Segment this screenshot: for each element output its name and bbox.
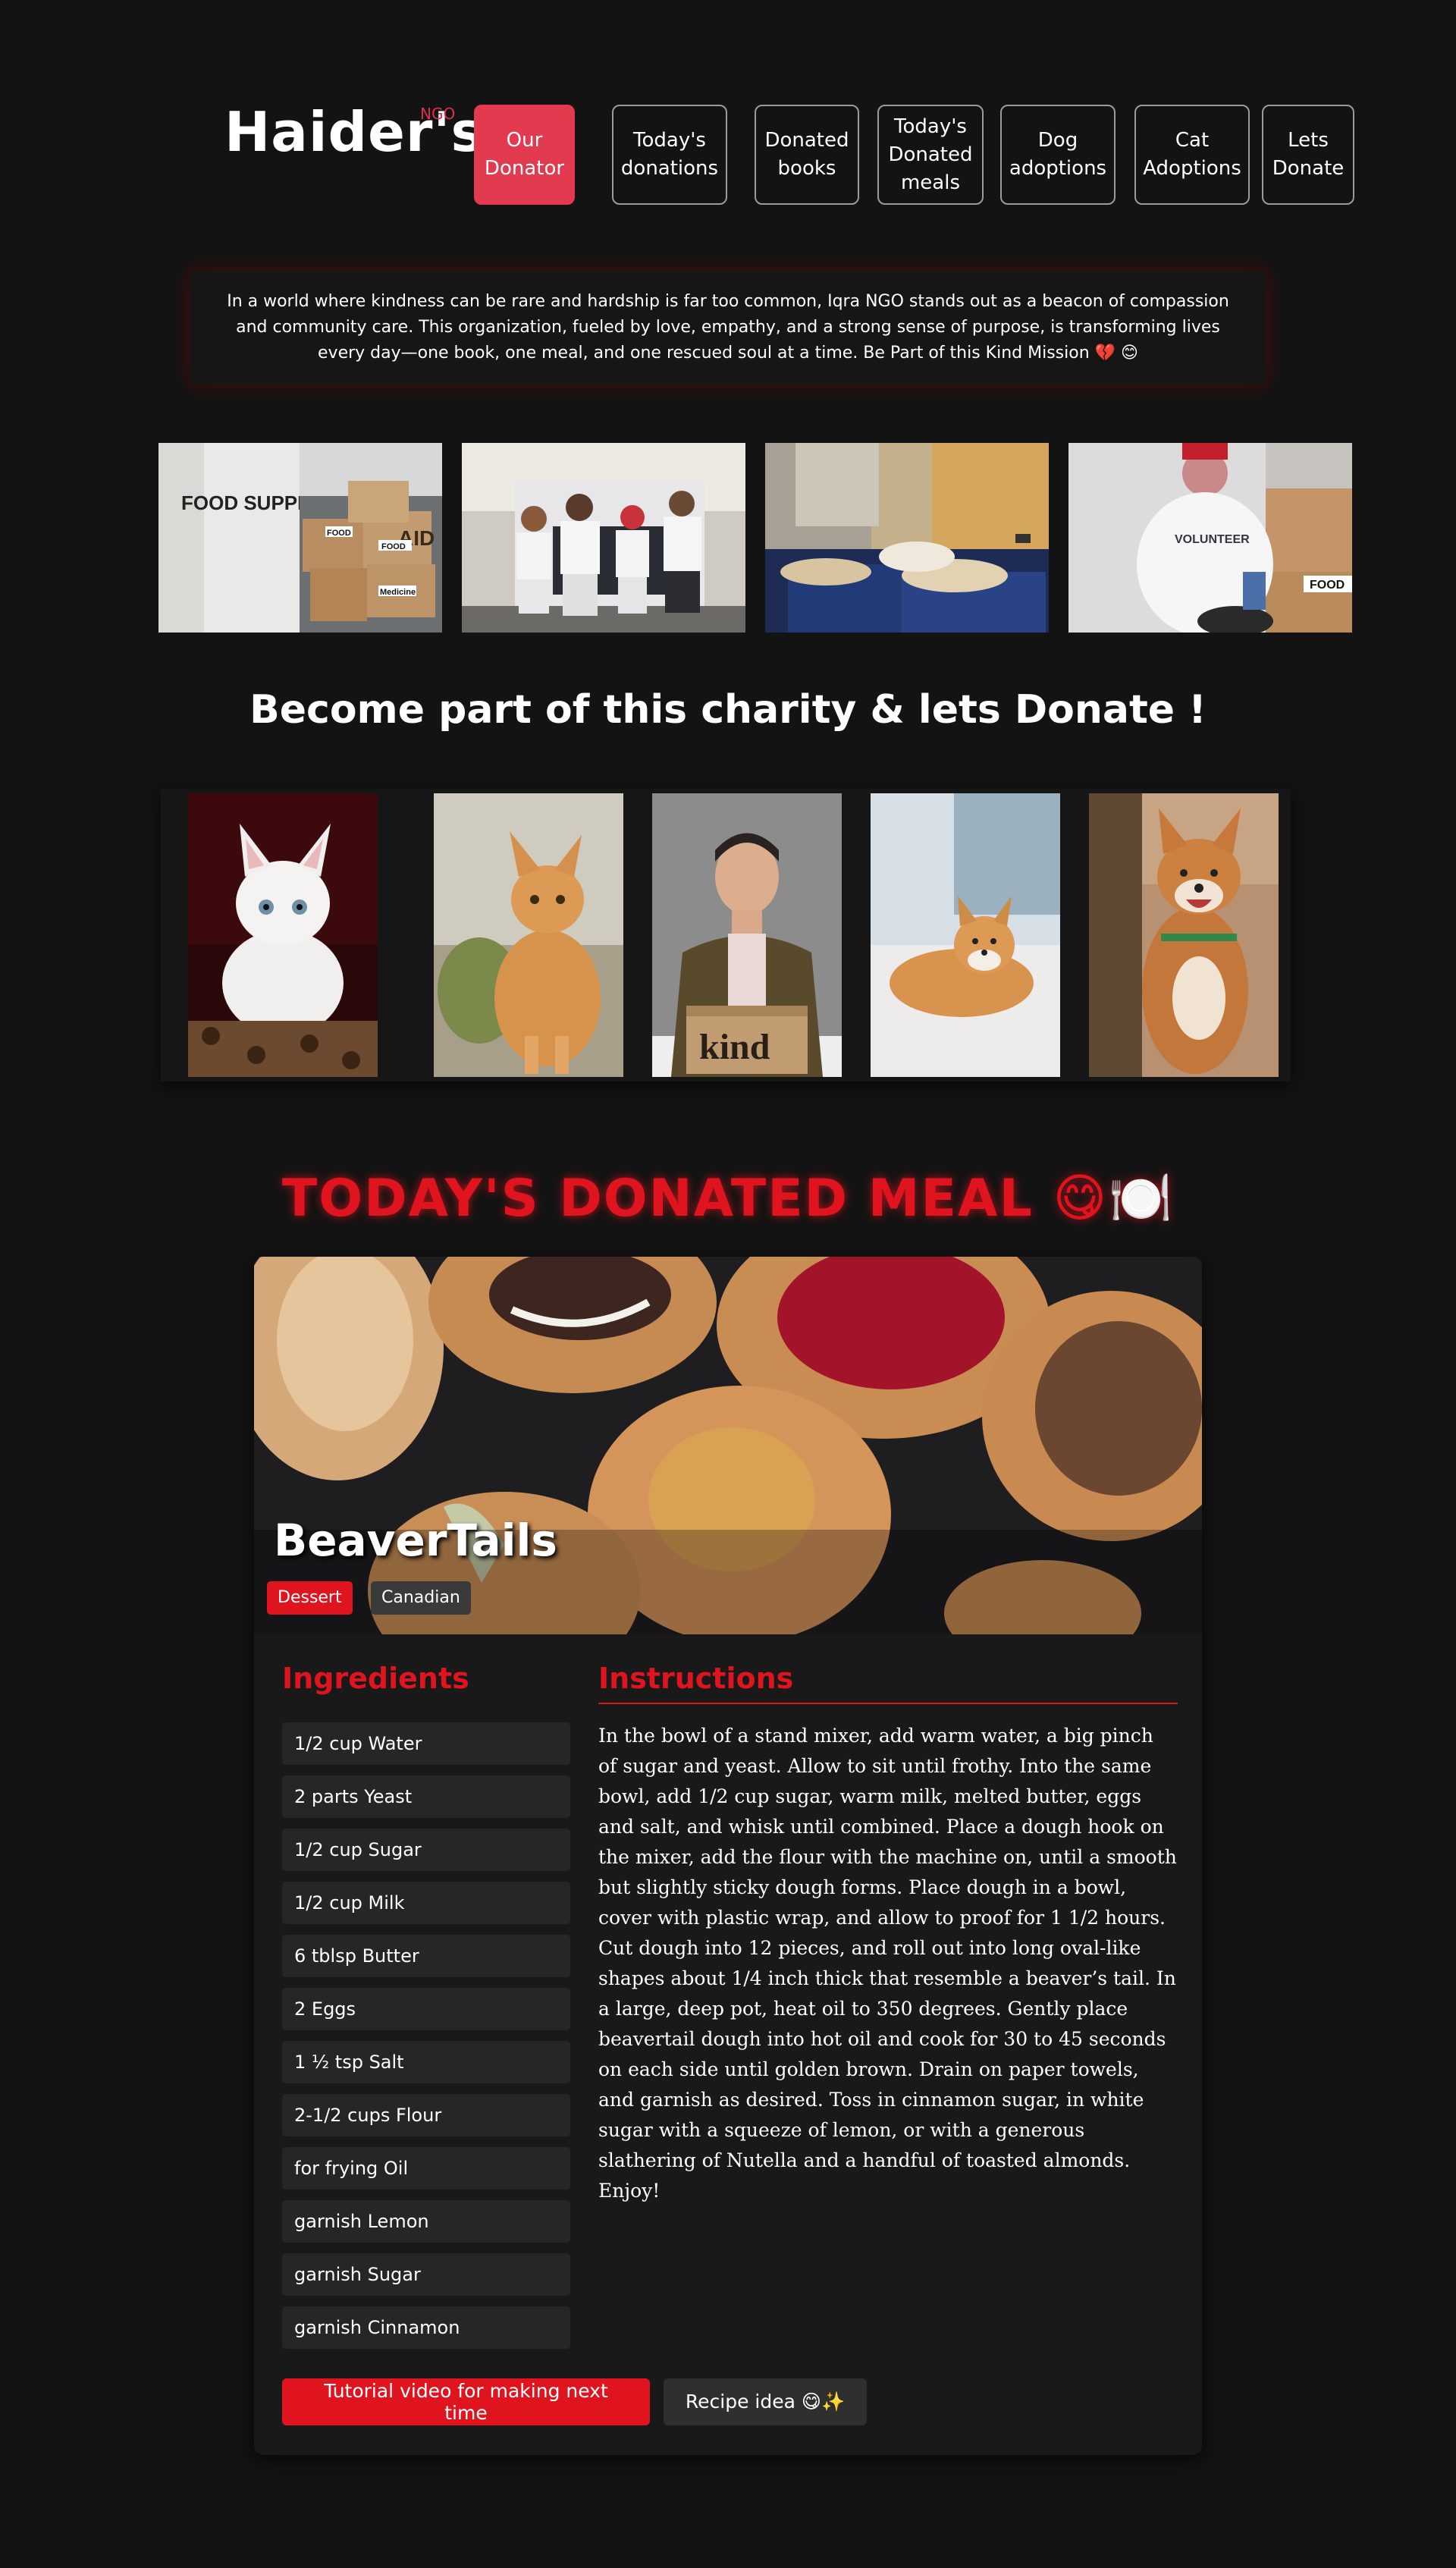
tutorial-video-button[interactable]: Tutorial video for making next time: [282, 2378, 650, 2425]
ingredient-item: 1/2 cup Sugar: [282, 1829, 570, 1871]
svg-text:VOLUNTEER: VOLUNTEER: [1175, 533, 1250, 546]
volunteers-group-photo: [462, 443, 745, 633]
food-baskets-photo: [765, 443, 1049, 633]
ingredient-item: 1/2 cup Milk: [282, 1882, 570, 1924]
ingredient-item: garnish Cinnamon: [282, 2306, 570, 2349]
nav-donated-books[interactable]: Donated books: [755, 105, 859, 205]
instructions-heading: Instructions: [598, 1662, 794, 1695]
tag-canadian: Canadian: [371, 1581, 471, 1615]
brand-tag: NGO: [420, 105, 456, 123]
ingredient-item: 1 ½ tsp Salt: [282, 2041, 570, 2083]
ingredient-item: garnish Lemon: [282, 2200, 570, 2243]
intro-text: In a world where kindness can be rare an…: [190, 270, 1266, 385]
svg-text:FOOD: FOOD: [1310, 579, 1345, 592]
meal-name: BeaverTails: [274, 1515, 557, 1566]
nav-dog-adoptions[interactable]: Dog adoptions: [1000, 105, 1116, 205]
ingredient-item: 2 Eggs: [282, 1988, 570, 2030]
nav-todays-donations[interactable]: Today's donations: [612, 105, 727, 205]
tag-dessert: Dessert: [267, 1581, 353, 1615]
photo-strip: FOOD SUPPLIES AID FOOD FOOD Medicine FOO…: [158, 443, 1354, 633]
ingredient-item: for frying Oil: [282, 2147, 570, 2190]
food-supplies-photo: FOOD SUPPLIES AID FOOD FOOD Medicine: [158, 443, 442, 633]
ingredient-item: 2 parts Yeast: [282, 1775, 570, 1818]
nav-cat-adoptions[interactable]: Cat Adoptions: [1134, 105, 1250, 205]
meal-section-title: TODAY'S DONATED MEAL 😋🍽️: [281, 1169, 1175, 1229]
svg-text:Medicine: Medicine: [380, 588, 416, 597]
svg-text:FOOD: FOOD: [327, 529, 351, 538]
ingredients-heading: Ingredients: [282, 1662, 469, 1695]
pet-gallery: kind: [161, 789, 1291, 1082]
kind-box-person-photo: kind: [652, 793, 842, 1077]
ingredient-item: garnish Sugar: [282, 2253, 570, 2296]
meal-hero-image: BeaverTails Dessert Canadian: [254, 1257, 1202, 1634]
shiba-lying-photo: [871, 793, 1060, 1077]
recipe-idea-button[interactable]: Recipe idea 😋✨: [664, 2378, 867, 2425]
ingredient-item: 6 tblsp Butter: [282, 1935, 570, 1977]
volunteer-serving-photo: FOOD VOLUNTEER: [1068, 443, 1352, 633]
instructions-text: In the bowl of a stand mixer, add warm w…: [598, 1725, 1177, 2202]
nav-our-donator[interactable]: Our Donator: [474, 105, 575, 205]
white-kitten-photo: [188, 793, 378, 1077]
ingredient-item: 1/2 cup Water: [282, 1722, 570, 1765]
ingredient-item: 2-1/2 cups Flour: [282, 2094, 570, 2136]
orange-kitten-photo: [434, 793, 623, 1077]
meal-card: BeaverTails Dessert Canadian Ingredients…: [254, 1257, 1202, 2455]
brand-logo: Haider's NGO: [224, 100, 484, 164]
donate-slogan: Become part of this charity & lets Donat…: [249, 687, 1207, 733]
nav-lets-donate[interactable]: Lets Donate: [1262, 105, 1354, 205]
kind-box-label: kind: [699, 1027, 770, 1067]
instructions-divider: [598, 1703, 1178, 1704]
nav-todays-donated-meals[interactable]: Today's Donated meals: [877, 105, 984, 205]
shiba-sitting-photo: [1089, 793, 1279, 1077]
svg-text:FOOD: FOOD: [381, 542, 406, 551]
